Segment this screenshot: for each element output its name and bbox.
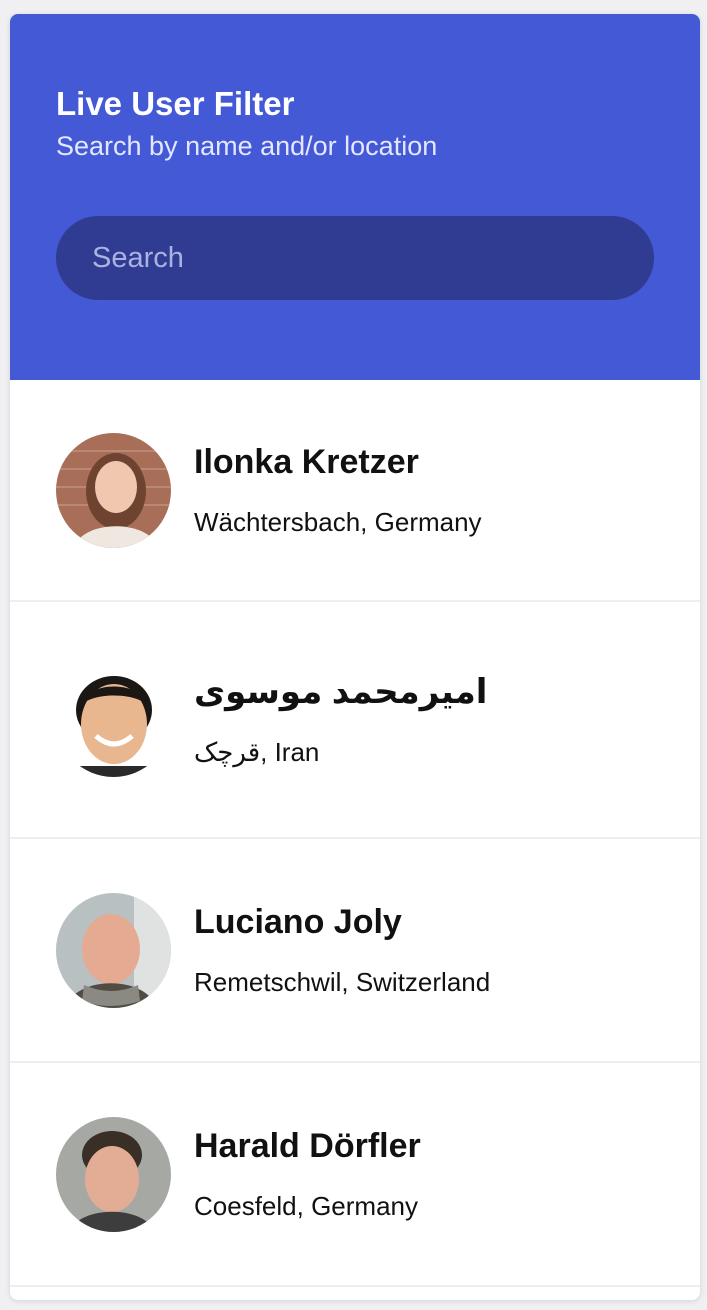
list-item: Luciano Joly Remetschwil, Switzerland (10, 839, 700, 1063)
avatar (56, 662, 171, 777)
user-location: Remetschwil, Switzerland (194, 967, 491, 997)
user-location: قرچک, Iran (194, 736, 320, 767)
user-name: امیرمحمد موسوی (194, 672, 488, 711)
list-item: Ilonka Kretzer Wächtersbach, Germany (10, 380, 700, 602)
user-info: Harald Dörfler Coesfeld, Germany (194, 1126, 421, 1222)
user-filter-card: Live User Filter Search by name and/or l… (10, 14, 700, 1300)
user-info: Ilonka Kretzer Wächtersbach, Germany (194, 442, 482, 538)
user-location: Coesfeld, Germany (194, 1191, 418, 1221)
page-title: Live User Filter (56, 85, 295, 122)
avatar (56, 432, 171, 548)
user-name: Harald Dörfler (194, 1127, 421, 1165)
list-item: امیرمحمد موسوی قرچک, Iran (10, 602, 700, 839)
user-location: Wächtersbach, Germany (194, 507, 482, 537)
search-input[interactable] (56, 216, 654, 300)
avatar (56, 892, 171, 1008)
list-item: Harald Dörfler Coesfeld, Germany (10, 1063, 700, 1287)
user-info: Luciano Joly Remetschwil, Switzerland (194, 902, 490, 998)
user-info: امیرمحمد موسوی قرچک, Iran (194, 672, 487, 768)
user-name: Ilonka Kretzer (194, 443, 419, 481)
user-list: Ilonka Kretzer Wächtersbach, Germany امی… (10, 380, 700, 1287)
avatar (56, 1116, 171, 1232)
page-subtitle: Search by name and/or location (56, 131, 438, 161)
header: Live User Filter Search by name and/or l… (10, 14, 700, 380)
user-name: Luciano Joly (194, 903, 402, 941)
